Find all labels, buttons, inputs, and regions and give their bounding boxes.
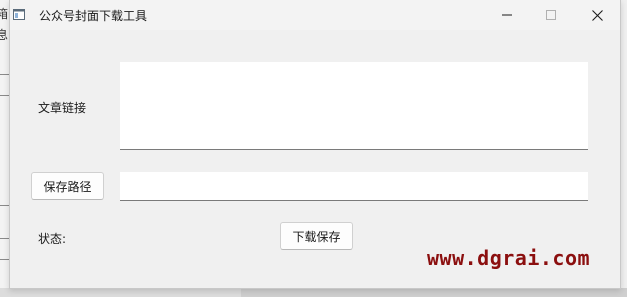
article-link-label: 文章链接 bbox=[38, 101, 87, 115]
status-label: 状态: bbox=[38, 232, 67, 246]
maximize-button[interactable] bbox=[528, 0, 574, 30]
minimize-icon bbox=[502, 14, 512, 16]
maximize-icon bbox=[546, 10, 556, 20]
save-path-input[interactable] bbox=[120, 172, 588, 201]
watermark-text: www.dgrai.com bbox=[427, 246, 591, 270]
close-icon bbox=[591, 9, 603, 21]
minimize-button[interactable] bbox=[484, 0, 530, 30]
window-title: 公众号封面下载工具 bbox=[39, 9, 148, 23]
download-save-button[interactable]: 下载保存 bbox=[280, 222, 353, 250]
save-path-button[interactable]: 保存路径 bbox=[31, 172, 104, 200]
title-bar[interactable]: 公众号封面下载工具 bbox=[10, 0, 620, 30]
article-link-textarea[interactable] bbox=[120, 62, 588, 150]
close-button[interactable] bbox=[574, 0, 620, 30]
background-panel bbox=[241, 288, 627, 297]
app-window-icon bbox=[13, 9, 25, 20]
